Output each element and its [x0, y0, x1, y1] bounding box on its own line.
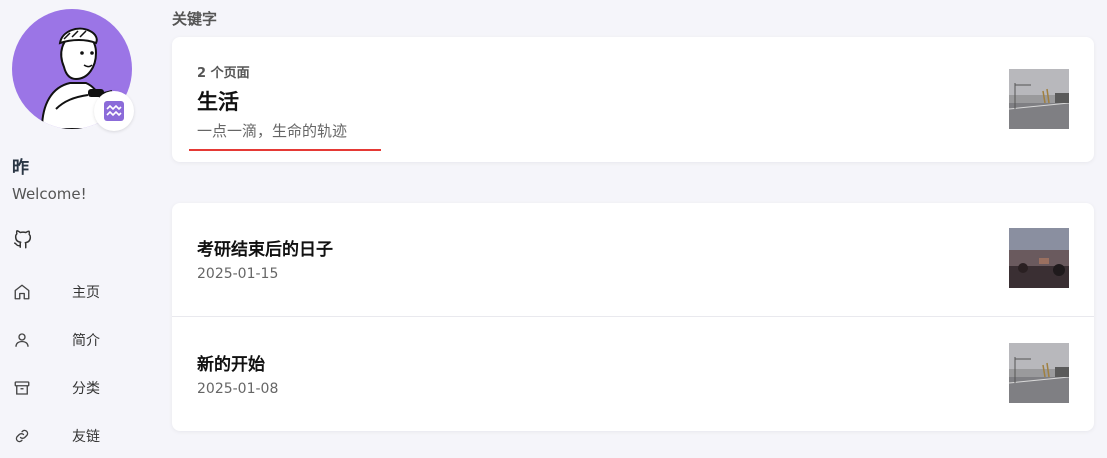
article-thumbnail[interactable] [1009, 228, 1069, 288]
sidebar-item-links[interactable]: 友链 [12, 424, 142, 448]
aquarius-icon [94, 91, 134, 131]
avatar[interactable] [12, 9, 134, 131]
keyword-thumbnail[interactable] [1009, 69, 1069, 129]
section-title: 关键字 [172, 10, 218, 28]
home-icon [12, 282, 32, 302]
keyword-description: 一点一滴，生命的轨迹 [197, 122, 348, 140]
article-thumbnail[interactable] [1009, 343, 1069, 403]
highlight-underline [189, 149, 381, 151]
article-list: 考研结束后的日子 2025-01-15 新的开始 2025-01-08 [172, 203, 1094, 431]
keyword-card: 2 个页面 生活 一点一滴，生命的轨迹 [172, 37, 1094, 162]
article-date: 2025-01-08 [197, 381, 279, 397]
sidebar-item-categories[interactable]: 分类 [12, 376, 142, 400]
github-icon[interactable] [12, 228, 36, 252]
archive-icon [12, 378, 32, 398]
sidebar-item-about[interactable]: 简介 [12, 328, 142, 352]
user-icon [12, 330, 32, 350]
sidebar-item-label: 友链 [72, 429, 100, 445]
keyword-title: 生活 [197, 90, 239, 114]
link-icon [12, 426, 32, 446]
list-item[interactable]: 新的开始 2025-01-08 [172, 317, 1094, 431]
article-title[interactable]: 考研结束后的日子 [197, 235, 333, 260]
sidebar: 昨 Welcome! 主页 简介 分类 友链 [0, 0, 150, 458]
site-subtitle: Welcome! [12, 185, 87, 203]
sidebar-item-label: 主页 [72, 285, 100, 301]
article-title[interactable]: 新的开始 [197, 350, 265, 375]
article-date: 2025-01-15 [197, 266, 279, 282]
list-item[interactable]: 考研结束后的日子 2025-01-15 [172, 203, 1094, 317]
page-count: 2 个页面 [197, 66, 250, 81]
sidebar-item-label: 分类 [72, 381, 100, 397]
site-name: 昨 [12, 158, 29, 178]
page: 昨 Welcome! 主页 简介 分类 友链 关键字 2 个页面 生活 一点一滴… [0, 0, 1107, 458]
sidebar-item-home[interactable]: 主页 [12, 280, 142, 304]
sidebar-item-label: 简介 [72, 333, 100, 349]
